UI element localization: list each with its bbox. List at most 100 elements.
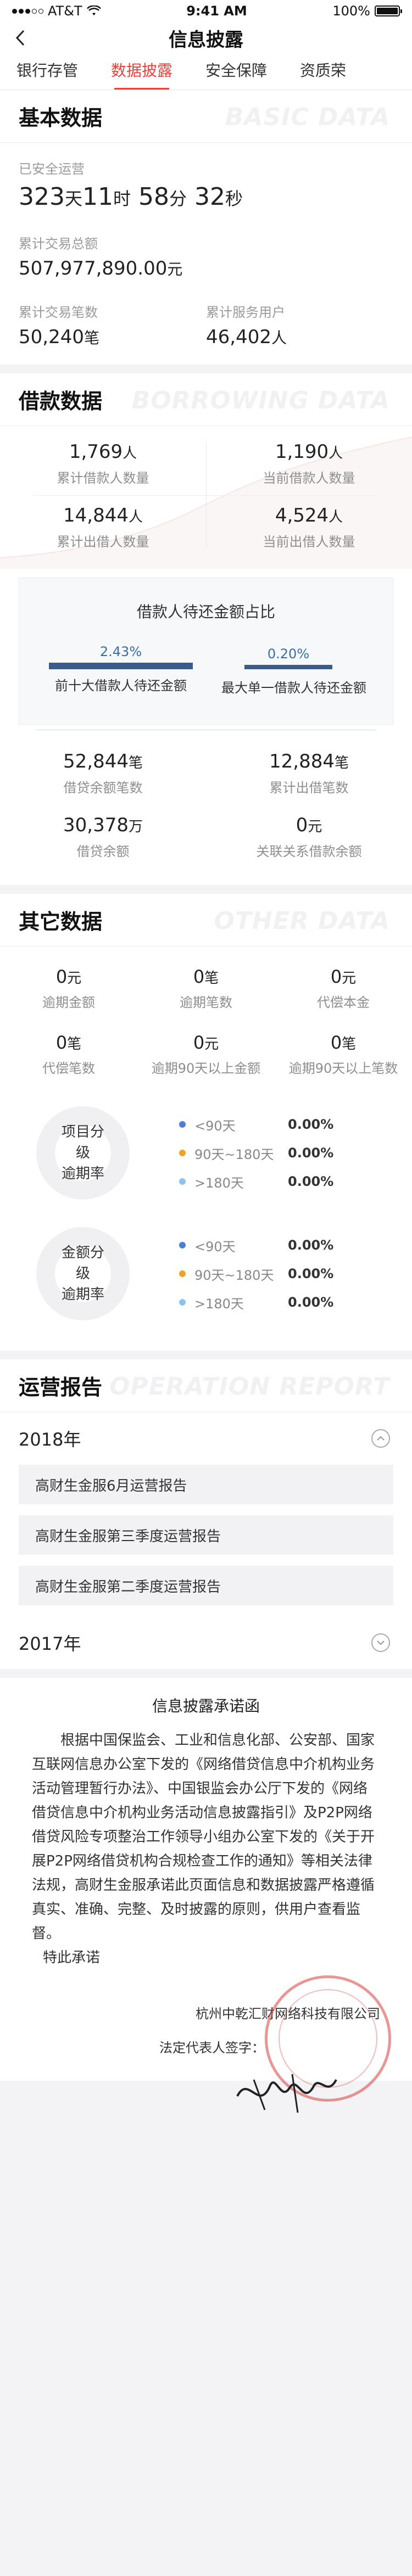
stat-value: 1,769: [69, 440, 123, 463]
legend-value: 0.00%: [288, 1237, 334, 1253]
stat-value: 4,524: [275, 504, 329, 527]
trade-count-unit: 笔: [83, 329, 99, 347]
stat-label: 累计出借笔数: [269, 780, 349, 796]
stat-unit: 人: [128, 508, 143, 525]
tab-data-disclosure[interactable]: 数据披露: [94, 54, 189, 89]
chevron-down-icon[interactable]: [371, 1633, 390, 1652]
back-button[interactable]: [12, 29, 29, 47]
promise-body: 根据中国保监会、工业和信息化部、公安部、国家互联网信息办公室下发的《网络借贷信息…: [32, 1732, 375, 1942]
ratio-label: 前十大借款人待还金额: [55, 678, 187, 693]
stat-unit: 万: [128, 818, 143, 835]
stat-cell: 0元 代偿本金: [275, 955, 412, 1021]
stat-unit: 笔: [204, 970, 219, 987]
hours-unit: 时: [113, 188, 131, 209]
minutes-value: 58: [138, 183, 170, 211]
stat-unit: 人: [329, 445, 343, 462]
safe-operation-label: 已安全运营: [19, 161, 85, 177]
days-value: 323: [19, 183, 65, 211]
seconds-value: 32: [194, 183, 226, 211]
nav-bar: 信息披露: [0, 22, 412, 54]
stat-cell: 0笔 代偿笔数: [0, 1021, 137, 1087]
legend-label: <90天: [194, 1118, 236, 1134]
report-item[interactable]: 高财生金服第三季度运营报告: [19, 1515, 393, 1555]
users-unit: 人: [271, 329, 287, 347]
users-value: 46,402: [206, 326, 271, 348]
section-title: 借款数据: [19, 389, 103, 413]
legend-value: 0.00%: [288, 1174, 334, 1189]
legend-dot: [179, 1299, 186, 1306]
stat-value: 52,844: [63, 750, 129, 772]
stat-cell: 4,524人 当前出借人数量: [206, 495, 412, 559]
wifi-icon: [86, 5, 101, 15]
legend-value: 0.00%: [288, 1145, 334, 1161]
carrier-label: AT&T: [48, 3, 82, 19]
operation-duration: 323天11时 58分 32秒: [19, 183, 393, 211]
stat-unit: 人: [329, 508, 343, 525]
users-label: 累计服务用户: [206, 305, 285, 320]
legend-dot: [179, 1178, 186, 1185]
stat-label: 逾期90天以上金额: [151, 1060, 261, 1076]
stat-cell: 52,844笔 借贷余额笔数: [0, 741, 206, 805]
battery-icon: [374, 5, 402, 16]
year-toggle-2018[interactable]: 2018年: [0, 1412, 412, 1465]
stat-value: 0: [330, 966, 342, 987]
donut-chart: 金额分级 逾期率: [36, 1227, 130, 1320]
section-title: 运营报告: [19, 1375, 103, 1399]
tab-security[interactable]: 安全保障: [189, 54, 283, 89]
legend-dot: [179, 1270, 186, 1277]
trade-count: 50,240笔: [19, 326, 206, 348]
stat-label: 累计出借人数量: [57, 534, 149, 550]
stat-unit: 笔: [128, 754, 143, 771]
tab-bank-custody[interactable]: 银行存管: [0, 54, 94, 89]
legend-dot: [179, 1242, 186, 1248]
chevron-up-icon[interactable]: [371, 1429, 390, 1448]
ratio-percent: 0.20%: [267, 646, 310, 662]
signal-icon: [12, 8, 43, 14]
representative-label: 法定代表人签字：: [159, 2040, 265, 2056]
section-watermark: OTHER DATA: [214, 907, 390, 935]
stat-value: 1,190: [275, 440, 329, 463]
legend-item: >180天 0.00%: [179, 1288, 392, 1317]
section-title: 其它数据: [19, 910, 103, 934]
donut-label-line1: 项目分级: [61, 1124, 104, 1161]
stat-value: 12,884: [269, 750, 335, 772]
legend-dot: [179, 1150, 186, 1156]
stat-cell: 0元 逾期90天以上金额: [137, 1021, 275, 1087]
legend-item: 90天~180天 0.00%: [179, 1259, 392, 1288]
donut-label-line2: 逾期率: [61, 1166, 104, 1182]
stat-label: 累计借款人数量: [57, 470, 149, 486]
section-header: 运营报告 OPERATION REPORT: [0, 1359, 412, 1412]
stat-cell: 0笔 逾期90天以上笔数: [275, 1021, 412, 1087]
section-watermark: OPERATION REPORT: [109, 1373, 390, 1401]
year-toggle-2017[interactable]: 2017年: [0, 1616, 412, 1669]
promise-title: 信息披露承诺函: [152, 1697, 260, 1715]
page-title: 信息披露: [169, 29, 243, 51]
stat-unit: 元: [342, 970, 357, 987]
legend-dot: [179, 1121, 186, 1128]
legend-value: 0.00%: [288, 1117, 334, 1132]
stat-cell: 0元 关联关系借款余额: [206, 805, 412, 869]
stat-unit: 笔: [334, 754, 349, 771]
legend-label: 90天~180天: [194, 1146, 274, 1162]
project-overdue-chart: 项目分级 逾期率 <90天 0.00% 90天~180天 0.00% >180天 0.0…: [0, 1093, 412, 1213]
section-header: 基本数据 BASIC DATA: [0, 90, 412, 143]
promise-closing: 特此承诺: [43, 1950, 101, 1966]
donut-legend: <90天 0.00% 90天~180天 0.00% >180天 0.00%: [179, 1110, 392, 1196]
stat-value: 0: [55, 1032, 68, 1053]
stat-cell: 1,190人 当前借款人数量: [206, 432, 412, 495]
repayment-ratio-card: 借款人待还金额占比 2.43% 前十大借款人待还金额 0.20% 最大单一借款人…: [19, 578, 393, 730]
stat-label: 逾期金额: [42, 994, 95, 1010]
ratio-title: 借款人待还金额占比: [136, 603, 275, 621]
stat-unit: 元: [67, 970, 82, 987]
legend-label: >180天: [194, 1296, 244, 1312]
ratio-bar-single: 0.20% 最大单一借款人待还金额: [221, 646, 366, 696]
handwritten-signature: [236, 2074, 337, 2113]
report-item[interactable]: 高财生金服第二季度运营报告: [19, 1566, 393, 1605]
days-unit: 天: [64, 188, 82, 209]
section-watermark: BORROWING DATA: [131, 387, 390, 415]
total-amount-value: 507,977,890.00: [19, 257, 168, 279]
report-item[interactable]: 高财生金服6月运营报告: [19, 1465, 393, 1504]
stat-value: 0: [193, 966, 205, 987]
tab-qualification[interactable]: 资质荣: [283, 54, 363, 89]
stat-cell: 0元 逾期金额: [0, 955, 137, 1021]
